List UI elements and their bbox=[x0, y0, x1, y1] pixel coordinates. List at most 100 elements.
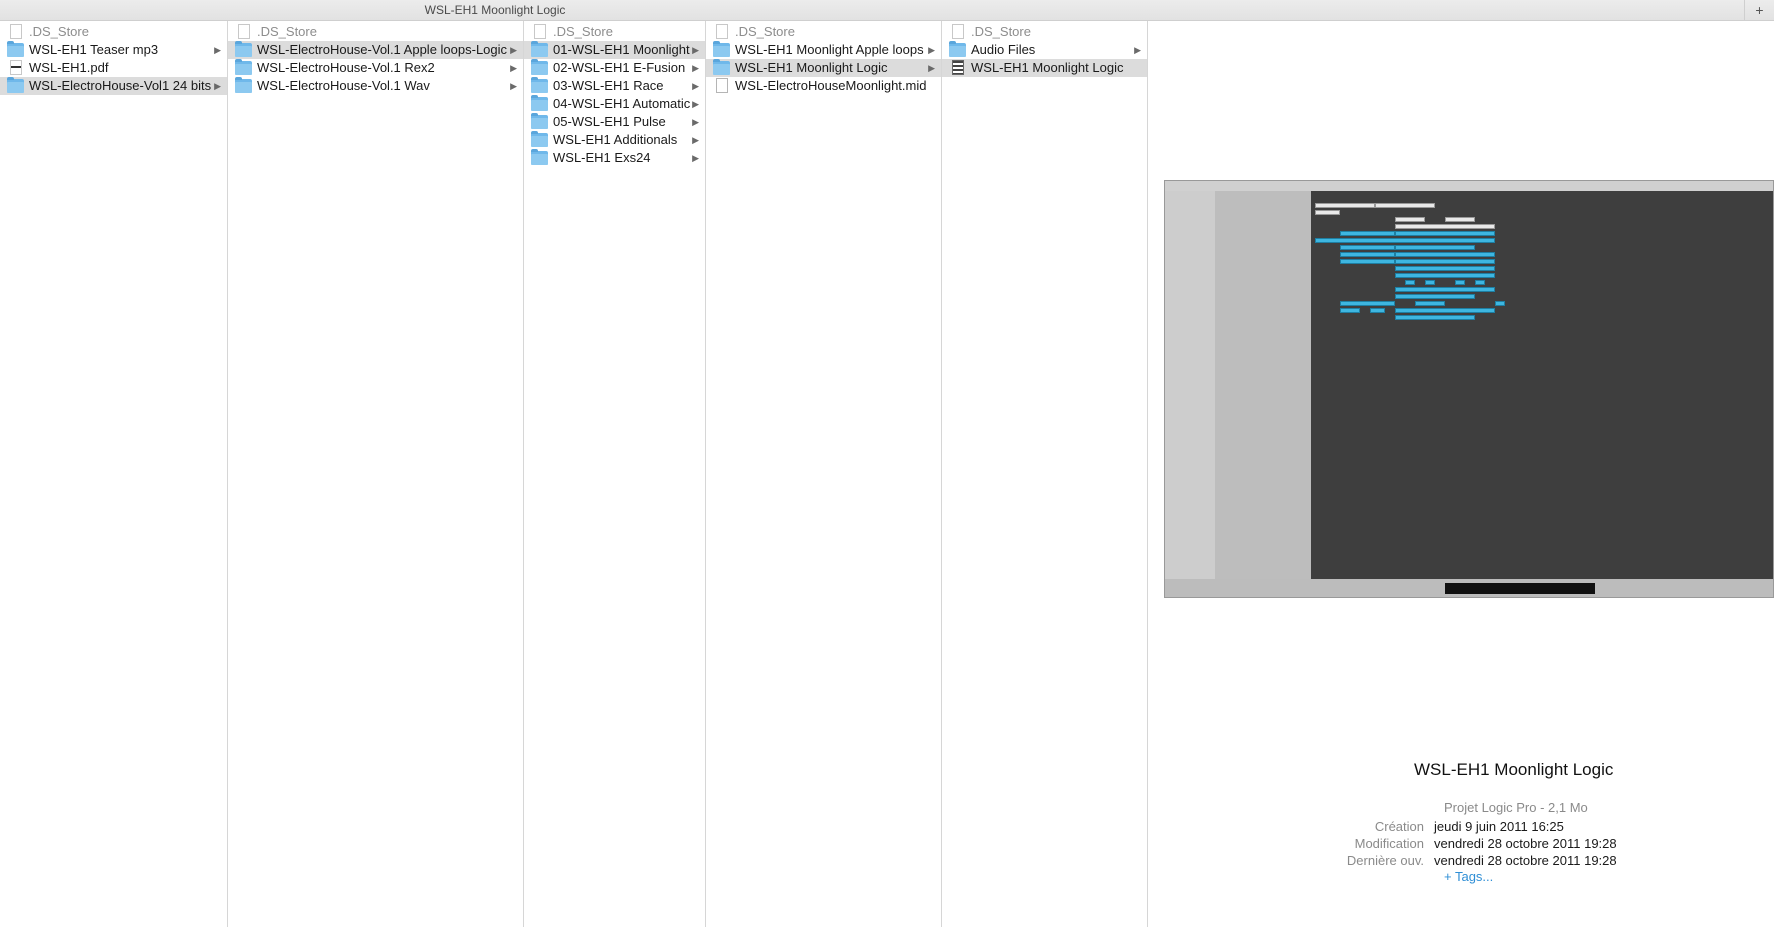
file-row-label: WSL-ElectroHouse-Vol.1 Apple loops-Logic bbox=[257, 42, 508, 57]
folder-icon bbox=[7, 41, 24, 57]
disclosure-arrow-icon: ▶ bbox=[692, 99, 699, 109]
file-row-label: WSL-ElectroHouse-Vol.1 Rex2 bbox=[257, 60, 435, 75]
file-row[interactable]: WSL-EH1 Moonlight Apple loops ▶ bbox=[706, 41, 941, 59]
folder-icon bbox=[949, 41, 966, 57]
arrangement-region bbox=[1340, 301, 1395, 306]
folder-icon bbox=[235, 77, 252, 93]
file-row-label: .DS_Store bbox=[29, 24, 89, 39]
file-row[interactable]: 03-WSL-EH1 Race ▶ bbox=[524, 77, 705, 95]
browser-column-5[interactable]: .DS_Store Audio Files ▶ WSL-EH1 Moonlight L… bbox=[942, 21, 1148, 927]
disclosure-arrow-icon: ▶ bbox=[692, 45, 699, 55]
arrangement-region bbox=[1395, 273, 1495, 278]
arrangement-region bbox=[1445, 217, 1475, 222]
folder-icon bbox=[531, 95, 548, 111]
disclosure-arrow-icon: ▶ bbox=[214, 81, 221, 91]
folder-icon bbox=[531, 77, 548, 93]
logic-project-icon bbox=[952, 60, 964, 75]
file-row-label: WSL-EH1 Moonlight Logic bbox=[971, 60, 1124, 75]
file-row[interactable]: 02-WSL-EH1 E-Fusion ▶ bbox=[524, 59, 705, 77]
browser-column-3[interactable]: .DS_Store 01-WSL-EH1 Moonlight ▶ 02-WSL-EH1… bbox=[524, 21, 706, 927]
midi-file-icon bbox=[716, 78, 728, 93]
detail-row-created: Création jeudi 9 juin 2011 16:25 bbox=[1320, 818, 1617, 835]
file-row[interactable]: WSL-EH1 Teaser mp3 ▶ bbox=[0, 41, 227, 59]
file-row[interactable]: WSL-ElectroHouse-Vol.1 Wav ▶ bbox=[228, 77, 523, 95]
file-row-label: WSL-EH1.pdf bbox=[29, 60, 109, 75]
arrangement-region bbox=[1395, 259, 1495, 264]
detail-row-last-opened: Dernière ouv. vendredi 28 octobre 2011 1… bbox=[1320, 852, 1617, 869]
file-row-label: 04-WSL-EH1 Automatic bbox=[553, 96, 691, 111]
arrangement-region bbox=[1395, 287, 1495, 292]
file-row[interactable]: WSL-ElectroHouse-Vol1 24 bits ▶ bbox=[0, 77, 227, 95]
detail-value: jeudi 9 juin 2011 16:25 bbox=[1434, 819, 1564, 834]
arrangement-region bbox=[1315, 210, 1340, 215]
preview-file-name: WSL-EH1 Moonlight Logic bbox=[1414, 760, 1614, 779]
arrangement-region bbox=[1395, 294, 1475, 299]
add-tags-link[interactable]: + Tags... bbox=[1444, 869, 1493, 884]
file-row[interactable]: WSL-ElectroHouse-Vol.1 Apple loops-Logic… bbox=[228, 41, 523, 59]
file-row[interactable]: WSL-EH1 Moonlight Logic bbox=[942, 59, 1147, 77]
file-row[interactable]: .DS_Store bbox=[0, 23, 227, 41]
add-tab-button[interactable]: + bbox=[1744, 0, 1774, 21]
file-row-label: .DS_Store bbox=[971, 24, 1031, 39]
file-row[interactable]: 01-WSL-EH1 Moonlight ▶ bbox=[524, 41, 705, 59]
file-row[interactable]: WSL-ElectroHouse-Vol.1 Rex2 ▶ bbox=[228, 59, 523, 77]
detail-key: Création bbox=[1374, 819, 1424, 834]
file-row[interactable]: .DS_Store bbox=[942, 23, 1147, 41]
file-row[interactable]: WSL-ElectroHouseMoonlight.mid bbox=[706, 77, 941, 95]
pdf-icon bbox=[10, 60, 22, 75]
file-row[interactable]: .DS_Store bbox=[228, 23, 523, 41]
disclosure-arrow-icon: ▶ bbox=[1134, 45, 1141, 55]
browser-column-4[interactable]: .DS_Store WSL-EH1 Moonlight Apple loops ▶ W… bbox=[706, 21, 942, 927]
file-row[interactable]: .DS_Store bbox=[706, 23, 941, 41]
file-row[interactable]: 04-WSL-EH1 Automatic ▶ bbox=[524, 95, 705, 113]
arrangement-region bbox=[1475, 280, 1485, 285]
disclosure-arrow-icon: ▶ bbox=[928, 63, 935, 73]
disclosure-arrow-icon: ▶ bbox=[692, 63, 699, 73]
file-row-label: WSL-ElectroHouseMoonlight.mid bbox=[735, 78, 927, 93]
disclosure-arrow-icon: ▶ bbox=[692, 117, 699, 127]
file-row[interactable]: WSL-EH1 Additionals ▶ bbox=[524, 131, 705, 149]
arrangement-region bbox=[1340, 308, 1360, 313]
folder-icon bbox=[531, 59, 548, 75]
arrangement-region bbox=[1395, 252, 1495, 257]
browser-column-1[interactable]: .DS_Store WSL-EH1 Teaser mp3 ▶ WSL-EH1.pdf W… bbox=[0, 21, 228, 927]
detail-row-modified: Modification vendredi 28 octobre 2011 19… bbox=[1320, 835, 1617, 852]
arrangement-region bbox=[1340, 231, 1395, 236]
folder-icon bbox=[713, 41, 730, 57]
file-row-label: 05-WSL-EH1 Pulse bbox=[553, 114, 666, 129]
folder-icon bbox=[713, 59, 730, 75]
file-row[interactable]: .DS_Store bbox=[524, 23, 705, 41]
file-row-label: WSL-EH1 Moonlight Logic bbox=[735, 60, 888, 75]
file-row-label: 03-WSL-EH1 Race bbox=[553, 78, 664, 93]
arrangement-region bbox=[1395, 217, 1425, 222]
file-row-label: 02-WSL-EH1 E-Fusion bbox=[553, 60, 686, 75]
disclosure-arrow-icon: ▶ bbox=[510, 81, 517, 91]
preview-thumbnail bbox=[1164, 180, 1774, 598]
folder-icon bbox=[235, 41, 252, 57]
folder-icon bbox=[235, 59, 252, 75]
arrangement-region bbox=[1375, 203, 1435, 208]
file-row[interactable]: 05-WSL-EH1 Pulse ▶ bbox=[524, 113, 705, 131]
file-row[interactable]: WSL-EH1 Moonlight Logic ▶ bbox=[706, 59, 941, 77]
detail-value: vendredi 28 octobre 2011 19:28 bbox=[1434, 853, 1617, 868]
file-row-label: WSL-EH1 Teaser mp3 bbox=[29, 42, 159, 57]
disclosure-arrow-icon: ▶ bbox=[692, 81, 699, 91]
file-icon bbox=[10, 24, 22, 39]
file-row-label: .DS_Store bbox=[553, 24, 613, 39]
folder-icon bbox=[7, 77, 24, 93]
preview-file-kind: Projet Logic Pro - 2,1 Mo bbox=[1444, 800, 1588, 815]
file-icon bbox=[238, 24, 250, 39]
file-row-label: .DS_Store bbox=[257, 24, 317, 39]
window-titlebar: WSL-EH1 Moonlight Logic + bbox=[0, 0, 1774, 21]
file-row[interactable]: Audio Files ▶ bbox=[942, 41, 1147, 59]
file-row-label: WSL-EH1 Exs24 bbox=[553, 150, 651, 165]
file-row[interactable]: WSL-EH1.pdf bbox=[0, 59, 227, 77]
disclosure-arrow-icon: ▶ bbox=[692, 153, 699, 163]
file-icon bbox=[716, 24, 728, 39]
arrangement-region bbox=[1315, 238, 1495, 243]
arrangement-region bbox=[1395, 315, 1475, 320]
file-row-label: .DS_Store bbox=[735, 24, 795, 39]
file-row[interactable]: WSL-EH1 Exs24 ▶ bbox=[524, 149, 705, 167]
arrangement-region bbox=[1395, 245, 1475, 250]
browser-column-2[interactable]: .DS_Store WSL-ElectroHouse-Vol.1 Apple lo… bbox=[228, 21, 524, 927]
